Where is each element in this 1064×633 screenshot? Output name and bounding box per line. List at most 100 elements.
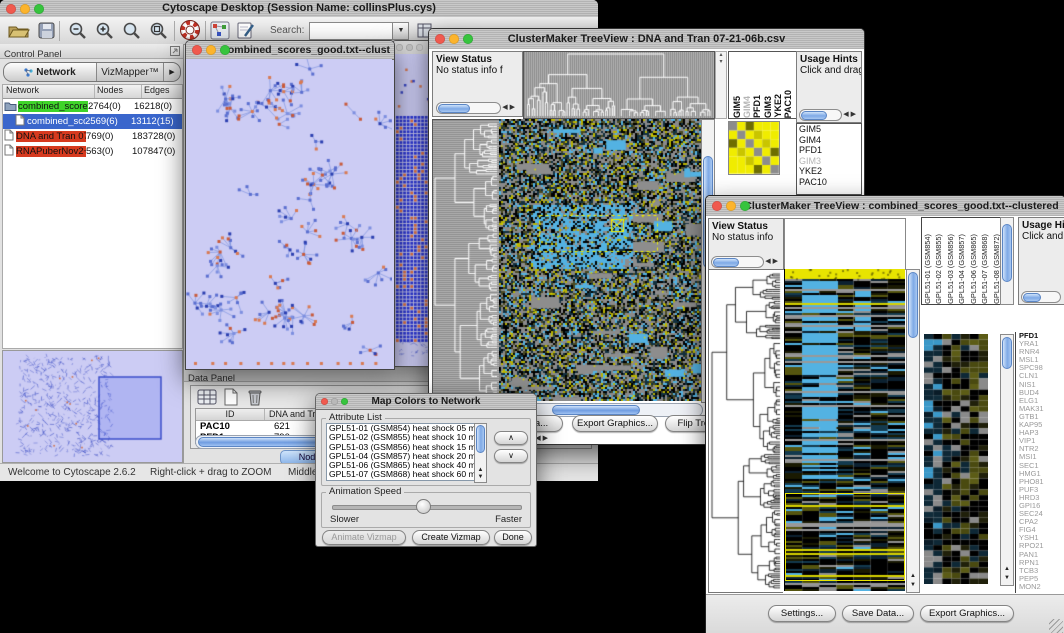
animate-vizmap-button[interactable]: Animate Vizmap [322, 530, 406, 545]
export-graphics-button[interactable]: Export Graphics... [920, 605, 1014, 622]
save-icon[interactable] [38, 22, 55, 39]
gene-label: YRA1 [1019, 340, 1064, 348]
done-button[interactable]: Done [494, 530, 532, 545]
selection-vscrollbar[interactable]: ▲▼ [1000, 334, 1014, 586]
minimize-icon[interactable] [206, 45, 216, 55]
create-vizmap-button[interactable]: Create Vizmap [412, 530, 490, 545]
row-dendrogram-canvas[interactable] [708, 269, 783, 593]
attribute-list-scrollbar[interactable]: ▲▼ [474, 423, 487, 483]
float-panel-icon[interactable] [170, 46, 180, 56]
usage-hints-title: Usage Hi [1019, 218, 1064, 231]
annotation-icon[interactable] [236, 21, 256, 40]
main-titlebar[interactable]: Cytoscape Desktop (Session Name: collins… [0, 0, 598, 18]
heatmap-canvas[interactable] [499, 119, 701, 401]
map-colors-dialog: Map Colors to Network Attribute List GPL… [315, 393, 537, 547]
data-panel-title: Data Panel [188, 373, 235, 384]
col-nodes[interactable]: Nodes [95, 85, 142, 98]
zoom-selected-icon[interactable] [149, 21, 170, 41]
network-list-row[interactable]: combined_sco2569(6)13112(15) [3, 114, 182, 129]
gene-label: PHO81 [1019, 478, 1064, 486]
minimize-icon[interactable] [331, 398, 338, 405]
dendrogram-spinner[interactable]: ▴▾ [715, 51, 727, 119]
zoom-icon[interactable] [34, 4, 44, 14]
zoom-icon[interactable] [416, 44, 423, 51]
zoom-out-icon[interactable] [68, 21, 89, 41]
window-controls[interactable] [6, 4, 44, 14]
treeview2-titlebar[interactable]: ClusterMaker TreeView : combined_scores_… [706, 196, 1064, 217]
close-icon[interactable] [396, 44, 403, 51]
network-list-row[interactable]: RNAPuberNov2+563(0)107847(0) [3, 144, 182, 159]
trash-icon[interactable] [247, 388, 263, 406]
similarity-matrix-canvas[interactable] [728, 121, 780, 175]
zoom-in-icon[interactable] [95, 21, 116, 41]
col-label: GPL51-08 (GSM872) [993, 234, 1000, 304]
view-status-title: View Status [709, 219, 783, 232]
close-icon[interactable] [712, 201, 722, 211]
table-grid-icon[interactable] [197, 388, 217, 406]
col-network[interactable]: Network [3, 85, 95, 98]
move-down-button[interactable]: ∨ [494, 449, 528, 463]
tab-network[interactable]: Network [4, 63, 97, 81]
export-graphics-button[interactable]: Export Graphics... [572, 415, 658, 432]
save-data-button[interactable]: Save Data... [842, 605, 914, 622]
gene-label: PAN1 [1019, 551, 1064, 559]
network-overview-icon[interactable] [210, 21, 230, 40]
minimize-icon[interactable] [726, 201, 736, 211]
network-list-row[interactable]: DNA and Tran 07769(0)183728(0) [3, 129, 182, 144]
column-labels-scrollbar[interactable] [1000, 217, 1014, 305]
gene-list[interactable]: PFD1YRA1RNR4MSL1SPC98CLN1NIS1BUD4ELG1MAK… [1015, 332, 1064, 593]
search-input[interactable] [309, 22, 393, 40]
gene-label: GTB1 [1019, 413, 1064, 421]
birdseye-view-canvas[interactable] [2, 350, 183, 463]
netwin-titlebar[interactable]: combined_scores_good.txt--cluste... [186, 41, 394, 60]
gene-label: YKE2 [799, 166, 861, 177]
view-status-scrollbar[interactable]: ◀▶ [711, 256, 779, 267]
gene-label: GIM5 [799, 124, 861, 135]
resize-grip[interactable] [1049, 619, 1063, 633]
close-icon[interactable] [321, 398, 328, 405]
col-label: GPL51-01 (GSM854) [924, 234, 931, 304]
network-list-row[interactable]: combined_scores_2764(0)16218(0) [3, 99, 182, 114]
move-up-button[interactable]: ∧ [494, 431, 528, 445]
faster-label: Faster [495, 514, 522, 525]
open-folder-icon[interactable] [8, 22, 30, 39]
dialog-titlebar[interactable]: Map Colors to Network [316, 394, 536, 410]
usage-hints-scrollbar[interactable] [1021, 291, 1061, 302]
settings-button[interactable]: Settings... [768, 605, 836, 622]
close-icon[interactable] [192, 45, 202, 55]
zoom-fit-icon[interactable] [122, 21, 143, 41]
zoom-icon[interactable] [463, 34, 473, 44]
zoom-icon[interactable] [740, 201, 750, 211]
button-bar: Settings... Save Data... Export Graphics… [706, 594, 1064, 633]
gene-label: PEP5 [1019, 575, 1064, 583]
edges-count: 183728(0) [132, 131, 175, 142]
help-lifesaver-icon[interactable] [179, 20, 201, 41]
heatmap-vscrollbar[interactable]: ▲▼ [906, 269, 920, 593]
treeview1-titlebar[interactable]: ClusterMaker TreeView : DNA and Tran 07-… [429, 29, 864, 50]
new-document-icon[interactable] [223, 388, 239, 406]
tab-overflow-button[interactable]: ▶ [164, 63, 180, 81]
data-col-id[interactable]: ID [196, 409, 265, 420]
minimize-icon[interactable] [449, 34, 459, 44]
gene-label: SEC1 [1019, 462, 1064, 470]
selection-heatmap-canvas[interactable] [924, 334, 988, 584]
network-canvas[interactable] [186, 59, 392, 367]
speed-slider-thumb[interactable] [416, 499, 431, 514]
tab-vizmapper[interactable]: VizMapper™ [97, 63, 164, 81]
close-icon[interactable] [6, 4, 16, 14]
gene-list[interactable]: GIM5GIM4PFD1GIM3YKE2PAC10 [796, 123, 862, 195]
view-status-scrollbar[interactable]: ◀▶ [436, 102, 516, 113]
minimize-icon[interactable] [406, 44, 413, 51]
attribute-list[interactable]: GPL51-01 (GSM854) heat shock 05 minGPL51… [326, 423, 476, 481]
column-dendrogram-canvas[interactable] [523, 51, 715, 119]
zoom-icon[interactable] [220, 45, 230, 55]
row-dendrogram-canvas[interactable] [432, 119, 500, 403]
heatmap-canvas[interactable] [784, 269, 905, 591]
col-edges[interactable]: Edges [142, 85, 182, 98]
zoom-icon[interactable] [341, 398, 348, 405]
col-label: GIM5 [733, 96, 742, 118]
close-icon[interactable] [435, 34, 445, 44]
usage-hints-scrollbar[interactable]: ◀▶ [799, 109, 857, 120]
minimize-icon[interactable] [20, 4, 30, 14]
search-dropdown-icon[interactable]: ▼ [393, 22, 409, 40]
